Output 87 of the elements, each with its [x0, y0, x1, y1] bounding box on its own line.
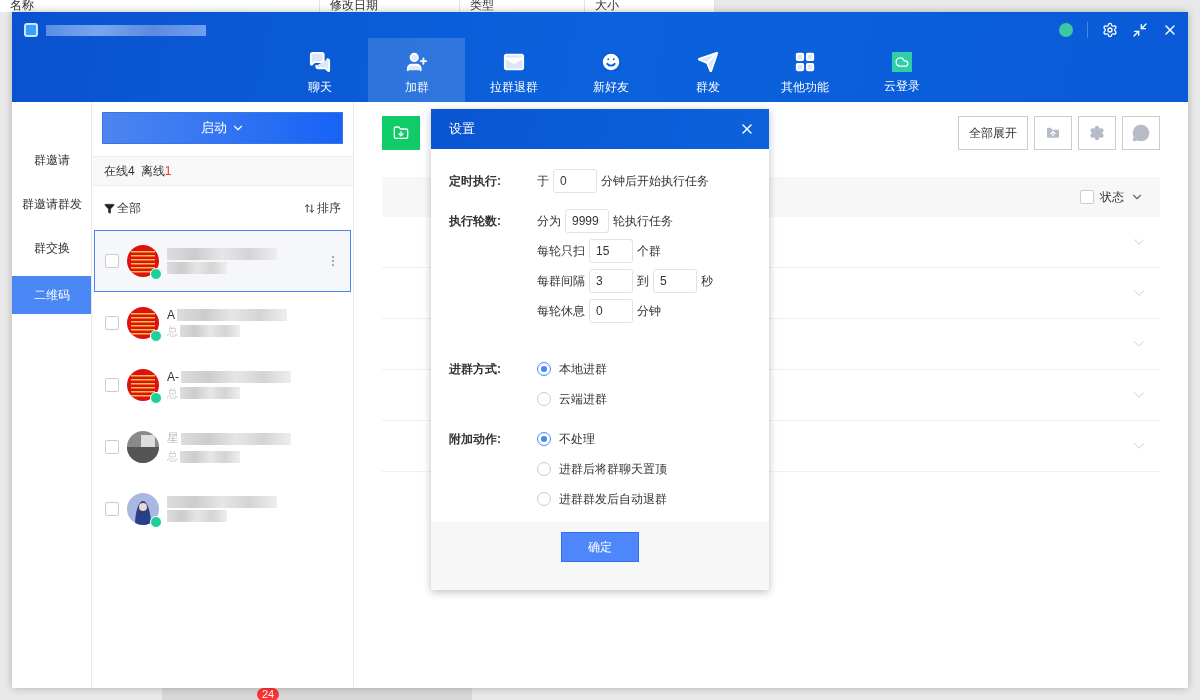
- pixelated-block: [167, 262, 227, 274]
- toolbar-tab[interactable]: 拉群退群: [465, 38, 562, 102]
- number-field[interactable]: 0: [589, 299, 633, 323]
- sidebar-item[interactable]: 群邀请群发: [12, 182, 91, 226]
- status-header: 状态: [1100, 188, 1124, 206]
- import-button[interactable]: [382, 116, 420, 150]
- field-label: 定时执行:: [449, 173, 502, 190]
- chat-bubble-icon: [1132, 124, 1150, 142]
- number-field[interactable]: 15: [589, 239, 633, 263]
- chat-button[interactable]: [1122, 116, 1160, 150]
- toolbar-tab[interactable]: 云登录: [853, 38, 950, 102]
- folder-icon: [393, 125, 409, 141]
- app-logo-icon: [24, 23, 38, 37]
- tab-label: 其他功能: [780, 78, 829, 96]
- field-text: 分钟后开始执行任务: [601, 172, 709, 190]
- field-text: 个群: [637, 242, 661, 260]
- radio-label: 不处理: [559, 430, 595, 448]
- radio-label: 云端进群: [559, 390, 607, 408]
- tab-label: 云登录: [883, 77, 920, 95]
- tab-label: 新好友: [592, 78, 629, 96]
- account-name: 星: [167, 430, 179, 447]
- number-field[interactable]: 5: [653, 269, 697, 293]
- upload-button[interactable]: [1034, 116, 1072, 150]
- dialog-title: 设置: [449, 120, 475, 138]
- checkbox[interactable]: [105, 316, 119, 330]
- filter-icon: [104, 202, 115, 214]
- field-text: 分为: [537, 212, 561, 230]
- offline-count: 离线1: [140, 162, 172, 180]
- filter-control[interactable]: 全部: [104, 199, 141, 217]
- sort-icon: [304, 202, 315, 214]
- field-text: 每轮只扫: [537, 242, 585, 260]
- number-field[interactable]: 0: [553, 169, 597, 193]
- checkbox[interactable]: [105, 254, 119, 268]
- folder-icon: [1045, 125, 1061, 141]
- field-text: 轮执行任务: [613, 212, 673, 230]
- start-button[interactable]: 启动: [102, 112, 343, 144]
- online-count: 在线4: [104, 162, 135, 180]
- toolbar-tab[interactable]: 加群: [368, 38, 465, 102]
- smile-icon: [599, 50, 622, 73]
- pixelated-block: [180, 325, 240, 337]
- account-name: A: [167, 307, 175, 322]
- unread-count: 24: [257, 688, 280, 700]
- tab-label: 加群: [404, 78, 429, 96]
- toolbar-tab[interactable]: 聊天: [271, 38, 368, 102]
- radio-label: 本地进群: [559, 360, 607, 378]
- sidebar-item[interactable]: 群交换: [12, 226, 91, 270]
- toolbar-tab[interactable]: 群发: [659, 38, 756, 102]
- field-label: 执行轮数:: [449, 213, 502, 230]
- settings-button[interactable]: [1078, 116, 1116, 150]
- field-text: 秒: [701, 272, 713, 290]
- expand-all-button[interactable]: 全部展开: [958, 116, 1028, 150]
- number-field[interactable]: 3: [589, 269, 633, 293]
- field-text: 每轮休息: [537, 302, 585, 320]
- field-text: 于: [537, 172, 549, 190]
- checkbox[interactable]: [105, 440, 119, 454]
- tab-label: 聊天: [307, 78, 332, 96]
- tab-label: 拉群退群: [489, 78, 538, 96]
- tab-label: 群发: [695, 78, 720, 96]
- settings-icon: [1089, 125, 1105, 141]
- field-text: 分钟: [637, 302, 661, 320]
- sort-control[interactable]: 排序: [304, 199, 341, 217]
- settings-icon[interactable]: [1102, 22, 1118, 38]
- radio-label: 进群群发后自动退群: [559, 490, 667, 508]
- send-icon: [696, 50, 719, 73]
- checkbox[interactable]: [105, 378, 119, 392]
- shrink-icon[interactable]: [1132, 22, 1148, 38]
- pixelated-block: [180, 387, 240, 399]
- radio-label: 进群后将群聊天置顶: [559, 460, 667, 478]
- number-field[interactable]: 9999: [565, 209, 609, 233]
- field-text: 每群间隔: [537, 272, 585, 290]
- account-row[interactable]: [94, 230, 351, 292]
- field-label: 进群方式:: [449, 361, 502, 378]
- account-name: A-: [167, 369, 179, 384]
- pixelated-block: [180, 450, 240, 463]
- toolbar-tab[interactable]: 其他功能: [756, 38, 853, 102]
- cloud-icon: [891, 51, 912, 72]
- sidebar-item[interactable]: 群邀请: [12, 138, 91, 182]
- checkbox[interactable]: [1080, 190, 1094, 204]
- add-user-icon: [405, 50, 428, 73]
- globe-icon[interactable]: [1059, 23, 1073, 37]
- pixelated-block: [167, 510, 227, 522]
- grid-icon: [793, 50, 816, 73]
- field-label: 附加动作:: [449, 431, 502, 448]
- chat-icon: [308, 50, 331, 73]
- field-text: 到: [637, 272, 649, 290]
- checkbox[interactable]: [105, 502, 119, 516]
- toolbar-tab[interactable]: 新好友: [562, 38, 659, 102]
